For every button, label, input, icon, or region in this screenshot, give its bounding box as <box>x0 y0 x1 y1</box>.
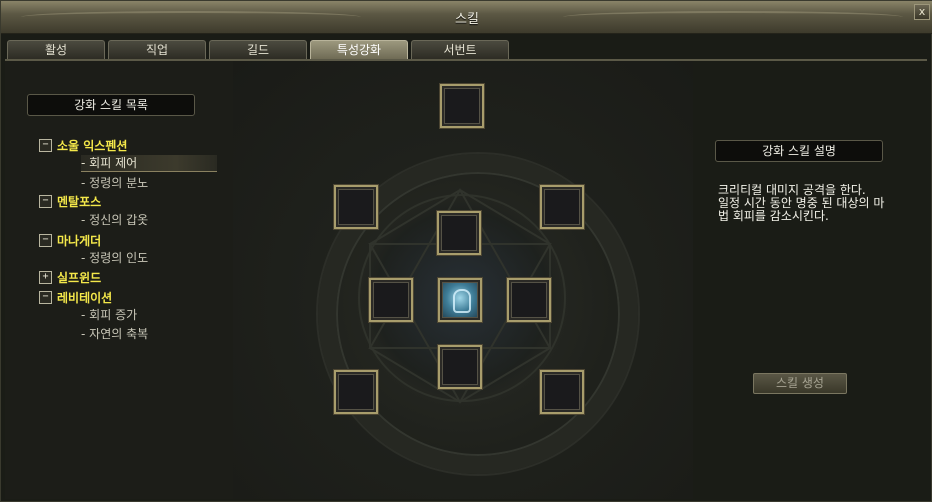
category-mental-force[interactable]: − 멘탈포스 <box>39 193 101 209</box>
skill-slot-top[interactable] <box>439 83 485 129</box>
skill-item-label: 정신의 갑옷 <box>89 213 149 227</box>
skill-window: 스킬 x 활성 직업 길드 특성강화 서번트 강화 스킬 목록 − 소울 익스펜… <box>0 0 932 502</box>
skill-list-panel: 강화 스킬 목록 − 소울 익스펜션 - 회피 제어 - 정령의 분노 − 멘탈… <box>5 61 233 499</box>
skill-slot-mid-left[interactable] <box>368 277 414 323</box>
create-skill-button[interactable]: 스킬 생성 <box>753 373 847 394</box>
skill-slot-upper-center[interactable] <box>436 210 482 256</box>
skill-item-label: 회피 제어 <box>89 156 138 170</box>
skill-item-nature-blessing[interactable]: - 자연의 축복 <box>81 326 148 342</box>
title-bar[interactable]: 스킬 x <box>1 1 932 34</box>
category-mana-gather[interactable]: − 마나게더 <box>39 232 101 248</box>
skill-slot-lower-center[interactable] <box>437 344 483 390</box>
skill-item-label: 정령의 분노 <box>89 176 149 190</box>
skill-slot-lower-right[interactable] <box>539 369 585 415</box>
category-label: 멘탈포스 <box>57 194 102 209</box>
expand-toggle-icon[interactable]: + <box>39 270 52 284</box>
tab-enhancement[interactable]: 특성강화 <box>310 40 408 59</box>
bullet: - <box>81 327 86 341</box>
skill-slot-upper-left[interactable] <box>333 184 379 230</box>
bullet: - <box>81 251 86 265</box>
category-label: 레비테이션 <box>57 290 113 305</box>
bullet: - <box>81 176 86 190</box>
spirit-rune-icon <box>453 289 471 313</box>
skill-item-spirit-guidance[interactable]: - 정령의 인도 <box>81 250 148 266</box>
skill-item-label: 자연의 축복 <box>89 327 149 341</box>
category-label: 소울 익스펜션 <box>57 138 128 153</box>
skill-item-spirit-rage[interactable]: - 정령의 분노 <box>81 175 148 191</box>
skill-item-evasion-control[interactable]: - 회피 제어 <box>81 155 217 172</box>
category-label: 실프윈드 <box>57 270 102 285</box>
collapse-toggle-icon[interactable]: − <box>39 233 52 247</box>
category-levitation[interactable]: − 레비테이션 <box>39 289 112 305</box>
skill-slot-lower-left[interactable] <box>333 369 379 415</box>
bullet: - <box>81 308 86 322</box>
category-label: 마나게더 <box>57 233 102 248</box>
category-soul-expansion[interactable]: − 소울 익스펜션 <box>39 137 127 153</box>
skill-slot-mid-right[interactable] <box>506 277 552 323</box>
skill-item-label: 정령의 인도 <box>89 251 149 265</box>
skill-slot-center-active[interactable] <box>437 277 483 323</box>
tab-active[interactable]: 활성 <box>7 40 105 59</box>
skill-item-evasion-increase[interactable]: - 회피 증가 <box>81 307 137 323</box>
bullet: - <box>81 213 86 227</box>
close-button[interactable]: x <box>914 4 930 20</box>
collapse-toggle-icon[interactable]: − <box>39 138 52 152</box>
tab-guild[interactable]: 길드 <box>209 40 307 59</box>
skill-list-header: 강화 스킬 목록 <box>27 94 195 116</box>
bullet: - <box>81 156 86 170</box>
category-sylph-wind[interactable]: + 실프윈드 <box>39 269 101 285</box>
tab-servant[interactable]: 서번트 <box>411 40 509 59</box>
tab-job[interactable]: 직업 <box>108 40 206 59</box>
description-text: 크리티컬 대미지 공격을 한다. 일정 시간 동안 명중 된 대상의 마법 회피… <box>718 183 885 223</box>
skill-item-spirit-armor[interactable]: - 정신의 갑옷 <box>81 212 148 228</box>
collapse-toggle-icon[interactable]: − <box>39 194 52 208</box>
skill-tree-area <box>233 61 693 499</box>
description-header: 강화 스킬 설명 <box>715 140 883 162</box>
skill-item-label: 회피 증가 <box>89 308 138 322</box>
collapse-toggle-icon[interactable]: − <box>39 290 52 304</box>
window-title: 스킬 <box>455 12 479 27</box>
skill-slot-upper-right[interactable] <box>539 184 585 230</box>
